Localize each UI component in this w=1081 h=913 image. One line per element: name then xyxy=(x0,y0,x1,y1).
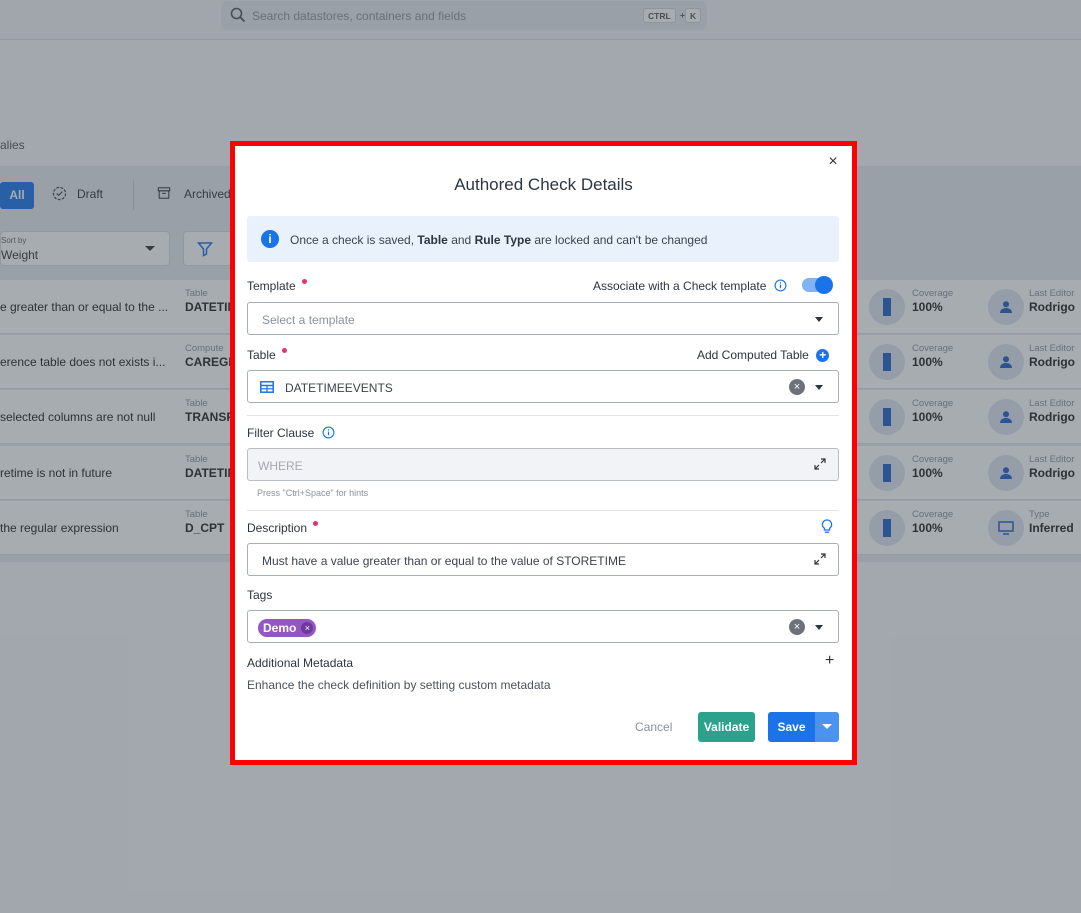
expand-icon[interactable] xyxy=(814,553,826,565)
table-icon xyxy=(260,381,274,393)
remove-tag-icon[interactable]: × xyxy=(301,622,314,634)
description-value: Must have a value greater than or equal … xyxy=(262,554,626,568)
table-select[interactable]: DATETIMEEVENTS × xyxy=(247,370,839,403)
associate-template-toggle[interactable] xyxy=(802,276,833,294)
tags-label: Tags xyxy=(247,588,273,602)
clear-icon[interactable]: × xyxy=(789,379,805,395)
section-divider xyxy=(247,510,839,511)
description-label: Description xyxy=(247,521,319,535)
cancel-button[interactable]: Cancel xyxy=(635,720,672,734)
associate-template-label: Associate with a Check template xyxy=(593,279,787,293)
authored-check-dialog: × Authored Check Details i Once a check … xyxy=(235,146,852,760)
required-dot xyxy=(313,521,319,526)
filter-clause-label: Filter Clause xyxy=(247,426,335,440)
table-value: DATETIMEEVENTS xyxy=(285,381,393,395)
metadata-description: Enhance the check definition by setting … xyxy=(247,678,551,692)
chevron-down-icon xyxy=(815,385,823,390)
save-options-button[interactable] xyxy=(815,712,839,742)
plus-circle-icon: + xyxy=(816,349,830,362)
chevron-down-icon xyxy=(815,317,823,322)
clear-icon[interactable]: × xyxy=(789,619,805,635)
add-computed-table-link[interactable]: Add Computed Table + xyxy=(697,348,830,362)
filter-hint: Press "Ctrl+Space" for hints xyxy=(257,488,369,498)
chevron-down-icon xyxy=(815,625,823,630)
add-metadata-icon[interactable]: + xyxy=(825,652,834,670)
close-icon[interactable]: × xyxy=(826,154,840,170)
info-text: Once a check is saved, Table and Rule Ty… xyxy=(290,233,708,247)
lightbulb-icon[interactable] xyxy=(821,519,833,535)
description-input[interactable]: Must have a value greater than or equal … xyxy=(247,543,839,576)
template-label: Template xyxy=(247,279,307,293)
info-icon: i xyxy=(261,230,279,248)
info-banner: i Once a check is saved, Table and Rule … xyxy=(247,216,839,262)
table-label: Table xyxy=(247,348,287,362)
template-select[interactable]: Select a template xyxy=(247,302,839,335)
template-placeholder: Select a template xyxy=(262,313,355,327)
info-outline-icon[interactable] xyxy=(322,426,335,439)
save-button[interactable]: Save xyxy=(768,712,815,742)
required-dot xyxy=(281,348,287,353)
required-dot xyxy=(301,279,307,284)
dialog-title: Authored Check Details xyxy=(454,175,633,194)
expand-icon[interactable] xyxy=(814,458,826,470)
filter-placeholder: WHERE xyxy=(258,459,303,473)
validate-button[interactable]: Validate xyxy=(698,712,755,742)
section-divider xyxy=(247,415,839,416)
info-outline-icon[interactable] xyxy=(774,279,787,292)
filter-clause-input[interactable]: WHERE xyxy=(247,448,839,481)
tags-select[interactable]: Demo × × xyxy=(247,610,839,643)
tag-chip[interactable]: Demo × xyxy=(258,619,317,637)
additional-metadata-label: Additional Metadata xyxy=(247,656,354,670)
